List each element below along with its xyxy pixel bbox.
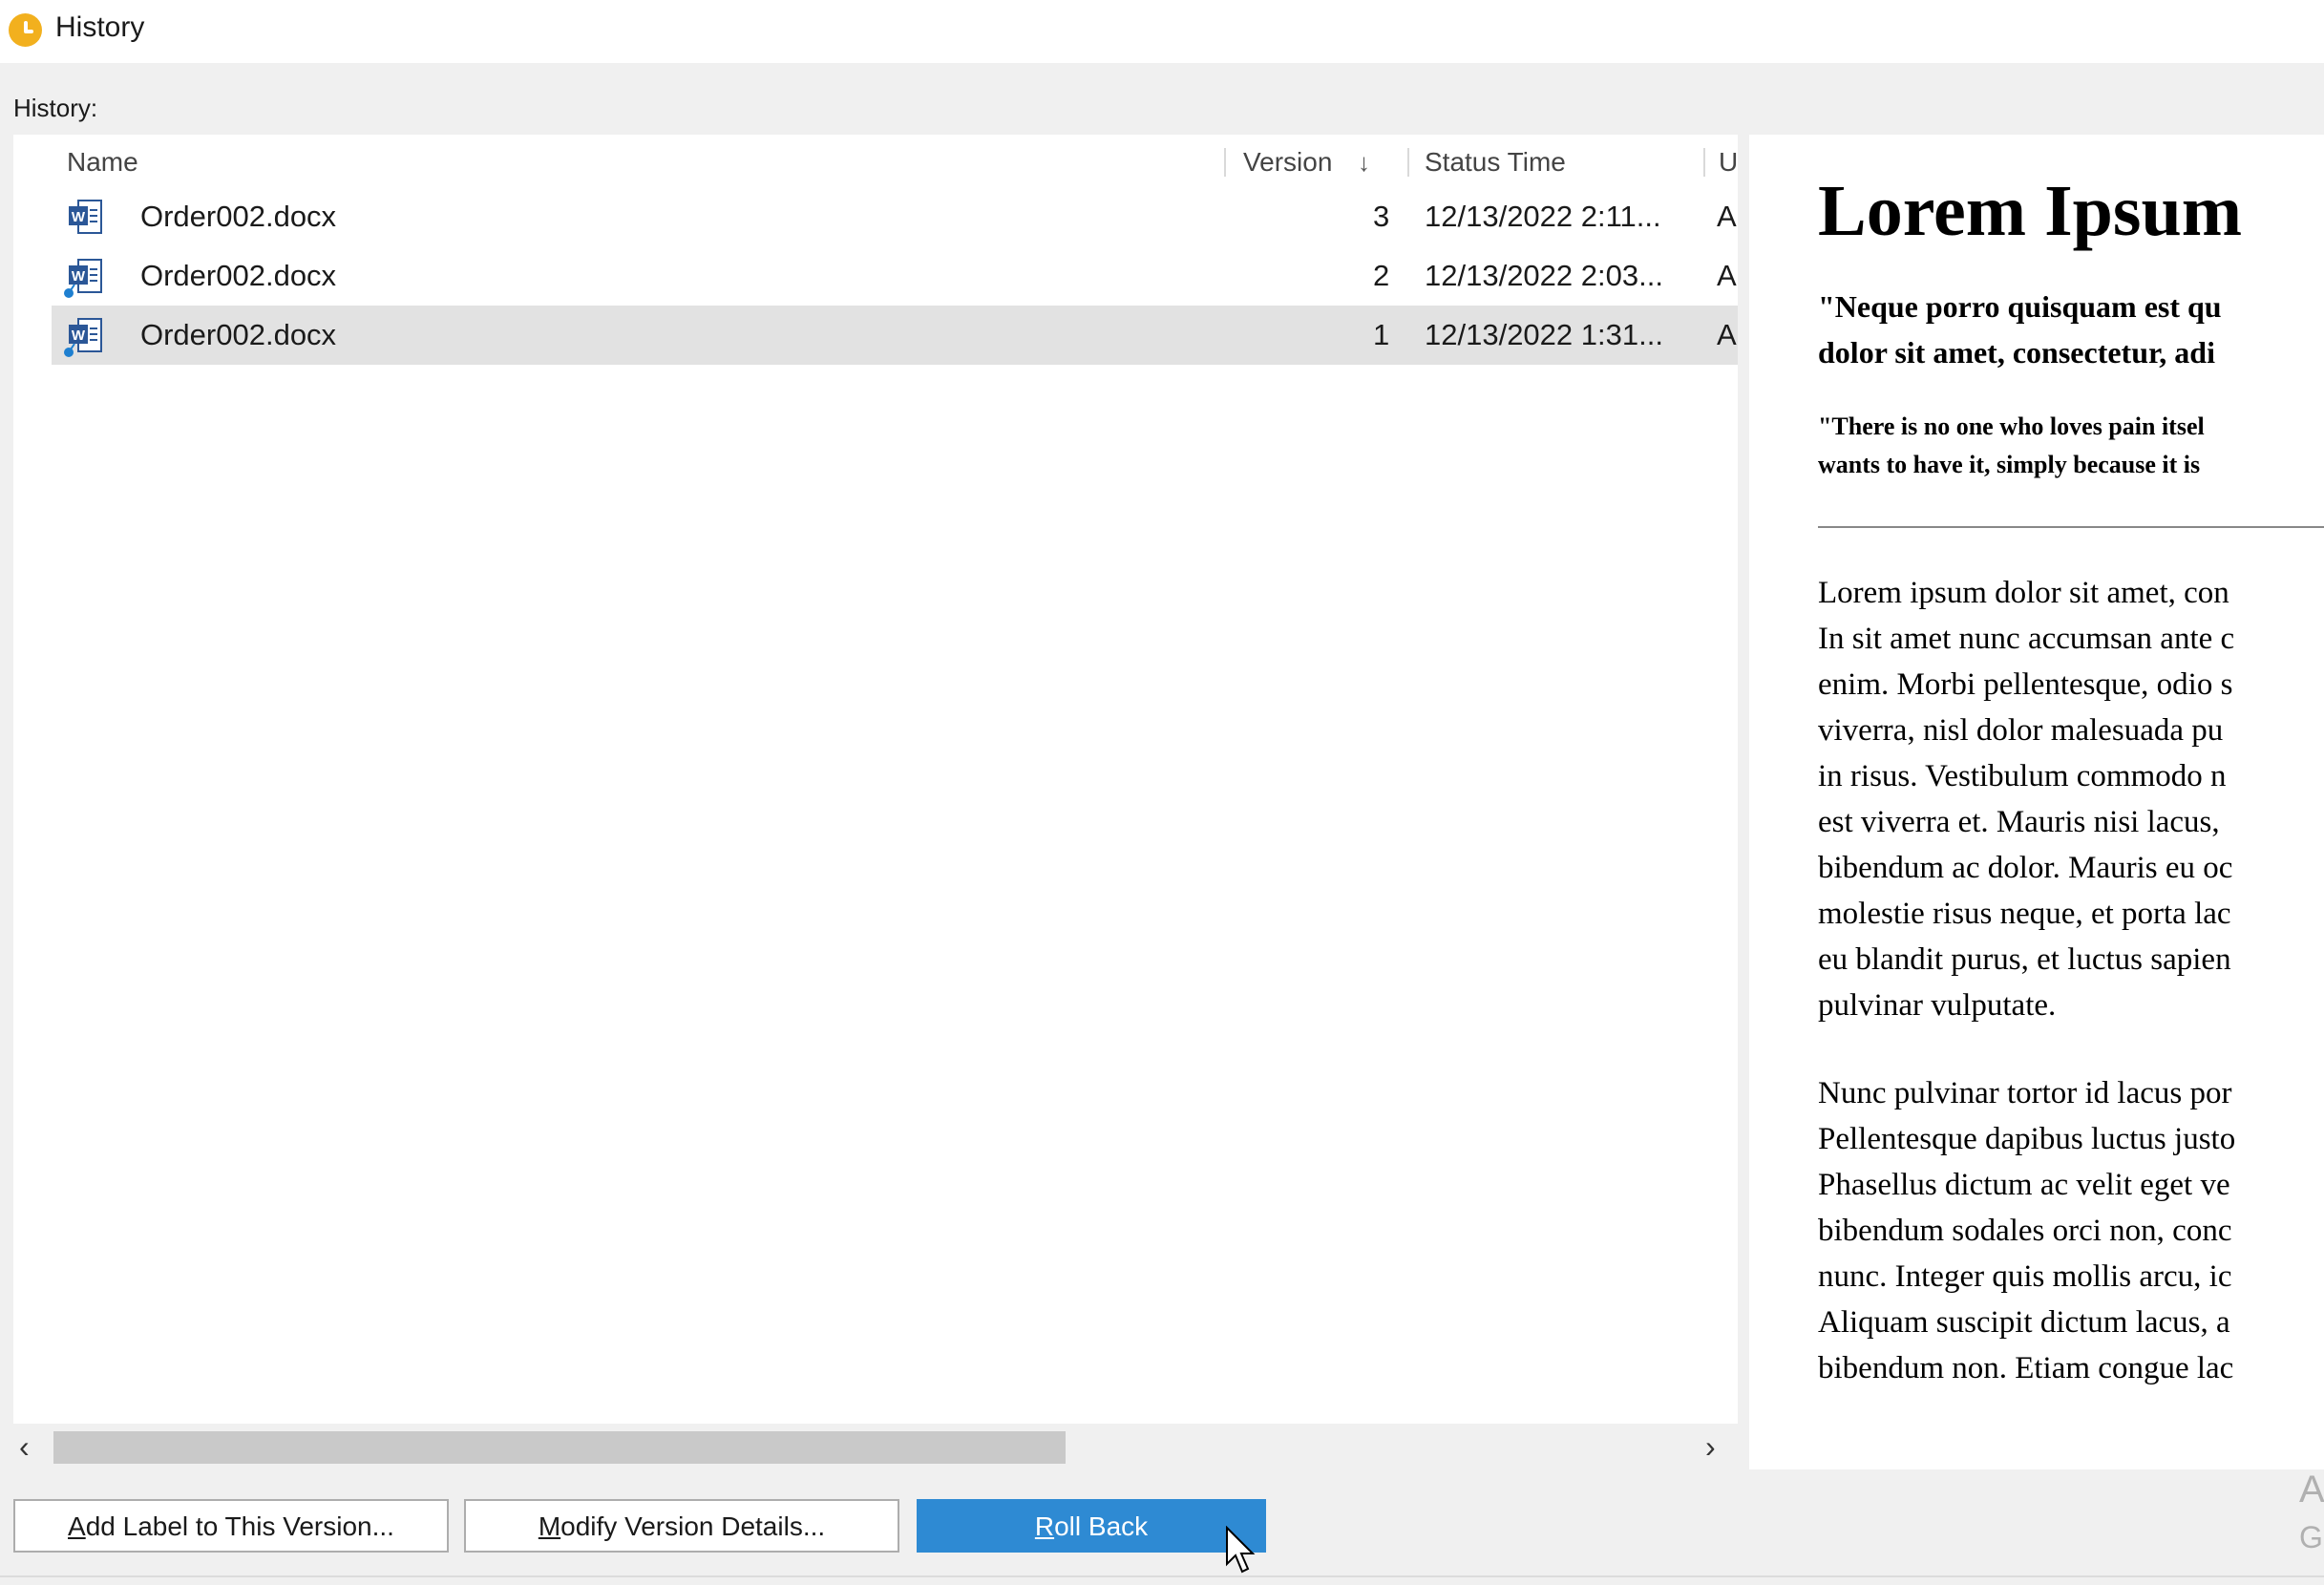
scroll-right-icon[interactable]: › [1705, 1424, 1716, 1469]
word-doc-version-icon: W [64, 318, 102, 357]
table-row[interactable]: W Order002.docx 2 12/13/2022 2:03... A [52, 246, 1738, 306]
column-header-user[interactable]: U [1719, 142, 1738, 182]
row-user: A [1717, 200, 1737, 233]
row-status-time: 12/13/2022 2:03... [1425, 259, 1663, 292]
mouse-cursor-icon [1226, 1526, 1256, 1574]
preview-divider [1818, 526, 2324, 528]
row-name: Order002.docx [140, 259, 337, 292]
ghost-text: G [2299, 1520, 2323, 1554]
row-status-time: 12/13/2022 1:31... [1425, 318, 1663, 351]
column-separator[interactable] [1224, 148, 1226, 177]
column-header-version[interactable]: Version [1243, 142, 1332, 182]
history-list[interactable]: Name Version ↓ Status Time U W Order002.… [13, 135, 1738, 1469]
window-title: History [55, 11, 145, 43]
preview-paragraph-2: Nunc pulvinar tortor id lacus por Pellen… [1818, 1076, 2236, 1385]
column-header-name[interactable]: Name [67, 142, 138, 182]
preview-paragraph-1: Lorem ipsum dolor sit amet, con In sit a… [1818, 576, 2235, 1023]
preview-quote: "Neque porro quisquam est qu dolor sit a… [1818, 289, 2222, 370]
row-version: 3 [1373, 200, 1390, 233]
svg-text:W: W [72, 328, 86, 344]
row-version: 2 [1373, 259, 1390, 292]
word-doc-icon: W [69, 200, 102, 234]
table-row-selected[interactable]: W Order002.docx 1 12/13/2022 1:31... A [52, 306, 1738, 365]
column-separator[interactable] [1407, 148, 1409, 177]
column-header-status-time[interactable]: Status Time [1425, 142, 1566, 182]
horizontal-scrollbar[interactable]: ‹ › [13, 1424, 1738, 1469]
row-name: Order002.docx [140, 318, 337, 351]
roll-back-button[interactable]: Roll Back [917, 1499, 1266, 1553]
row-user: A [1717, 259, 1737, 292]
scroll-left-icon[interactable]: ‹ [19, 1424, 30, 1469]
sort-descending-icon: ↓ [1358, 148, 1370, 177]
column-separator[interactable] [1703, 148, 1705, 177]
svg-text:W: W [72, 209, 86, 225]
preview-quote-translation: "There is no one who loves pain itsel wa… [1818, 412, 2205, 478]
preview-heading: Lorem Ipsum [1818, 171, 2243, 251]
history-label: History: [13, 94, 98, 122]
svg-text:W: W [72, 268, 86, 285]
row-user: A [1717, 318, 1737, 351]
modify-version-details-button[interactable]: Modify Version Details... [464, 1499, 899, 1553]
row-status-time: 12/13/2022 2:11... [1425, 200, 1661, 233]
title-bar: History [0, 0, 2324, 63]
row-name: Order002.docx [140, 200, 337, 233]
divider [0, 1575, 2324, 1577]
row-version: 1 [1373, 318, 1390, 351]
scrollbar-thumb[interactable] [53, 1431, 1066, 1464]
document-preview[interactable]: Lorem Ipsum "Neque porro quisquam est qu… [1749, 135, 2324, 1469]
ghost-text: A [2299, 1469, 2324, 1511]
table-row[interactable]: W Order002.docx 3 12/13/2022 2:11... A [52, 187, 1738, 246]
add-label-button[interactable]: Add Label to This Version... [13, 1499, 449, 1553]
history-clock-icon [9, 13, 42, 47]
word-doc-version-icon: W [64, 259, 102, 298]
